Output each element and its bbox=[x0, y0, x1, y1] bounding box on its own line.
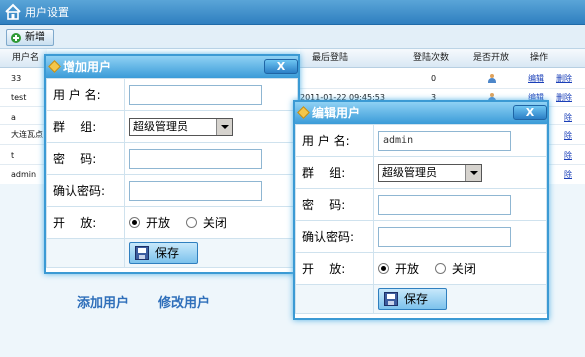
username-field[interactable] bbox=[378, 130, 511, 151]
save-button-label: 保存 bbox=[404, 292, 429, 306]
floppy-disk-icon bbox=[135, 246, 149, 260]
dialog-header: 增加用户 X bbox=[46, 56, 298, 78]
save-button[interactable]: 保存 bbox=[378, 288, 447, 310]
save-button-label: 保存 bbox=[155, 246, 180, 260]
group-select[interactable]: 超级管理员 bbox=[129, 117, 233, 136]
table-cell-user: test bbox=[11, 93, 27, 102]
dialog-title: 增加用户 bbox=[63, 60, 112, 74]
add-icon bbox=[11, 33, 21, 43]
add-button[interactable]: 新增 bbox=[6, 29, 54, 46]
chevron-down-icon[interactable] bbox=[465, 164, 481, 181]
edit-link[interactable]: 编辑 bbox=[528, 73, 544, 84]
add-user-form: 用 户 名: 群 组: 超级管理员 密 码: 确认密码: 开 放: 开放 关闭 … bbox=[46, 78, 298, 268]
floppy-disk-icon bbox=[384, 292, 398, 306]
group-label: 群 组: bbox=[295, 156, 374, 189]
delete-link[interactable]: 除 bbox=[564, 150, 572, 161]
save-button[interactable]: 保存 bbox=[129, 242, 198, 264]
username-label: 用 户 名: bbox=[46, 78, 125, 111]
chevron-down-icon[interactable] bbox=[216, 118, 232, 135]
radio-open-label: 开放 bbox=[395, 262, 420, 276]
radio-closed[interactable] bbox=[434, 263, 446, 274]
col-header-login-count: 登陆次数 bbox=[405, 49, 465, 68]
password-field[interactable] bbox=[129, 148, 262, 169]
password-label: 密 码: bbox=[46, 142, 125, 175]
group-label: 群 组: bbox=[46, 110, 125, 143]
table-cell-user: a bbox=[11, 113, 16, 122]
radio-closed-label: 关闭 bbox=[202, 216, 227, 230]
col-header-actions: 操作 bbox=[525, 49, 585, 68]
title-bar: 用户设置 bbox=[0, 0, 585, 25]
dialog-header: 编辑用户 X bbox=[295, 102, 547, 124]
confirm-password-field[interactable] bbox=[378, 226, 511, 247]
add-user-dialog: 增加用户 X 用 户 名: 群 组: 超级管理员 密 码: 确认密码: 开 放:… bbox=[44, 54, 300, 274]
close-button[interactable]: X bbox=[513, 105, 547, 120]
col-header-open: 是否开放 bbox=[465, 49, 525, 68]
user-icon bbox=[488, 74, 496, 83]
radio-open[interactable] bbox=[129, 217, 140, 228]
open-label: 开 放: bbox=[295, 252, 374, 285]
table-cell-user: t bbox=[11, 151, 15, 160]
confirm-password-field[interactable] bbox=[129, 180, 262, 201]
delete-link[interactable]: 除 bbox=[564, 169, 572, 180]
username-label: 用 户 名: bbox=[295, 124, 374, 157]
password-label: 密 码: bbox=[295, 188, 374, 221]
password-field[interactable] bbox=[378, 194, 511, 215]
group-select[interactable]: 超级管理员 bbox=[378, 163, 482, 182]
diamond-icon bbox=[48, 60, 61, 73]
page-title: 用户设置 bbox=[25, 6, 69, 19]
col-header-last-login: 最后登陆 bbox=[300, 49, 405, 68]
table-cell-user: 大连瓦点 bbox=[11, 130, 43, 139]
edit-user-dialog: 编辑用户 X 用 户 名: 群 组: 超级管理员 密 码: 确认密码: bbox=[293, 100, 549, 320]
group-select-value: 超级管理员 bbox=[133, 119, 188, 133]
edit-user-caption: 修改用户 bbox=[158, 296, 211, 311]
table-cell-user: admin bbox=[11, 170, 37, 179]
edit-user-form: 用 户 名: 群 组: 超级管理员 密 码: 确认密码: 开 放: 开放 bbox=[295, 124, 547, 314]
toolbar: 新增 bbox=[0, 25, 585, 49]
delete-link[interactable]: 删除 bbox=[556, 73, 572, 84]
diamond-icon bbox=[297, 106, 310, 119]
open-label: 开 放: bbox=[46, 206, 125, 239]
radio-open[interactable] bbox=[378, 263, 389, 274]
delete-link[interactable]: 删除 bbox=[556, 92, 572, 103]
add-user-caption: 添加用户 bbox=[77, 296, 130, 311]
table-cell-count: 0 bbox=[431, 74, 437, 83]
close-button[interactable]: X bbox=[264, 59, 298, 74]
home-icon bbox=[5, 3, 21, 20]
confirm-password-label: 确认密码: bbox=[46, 174, 125, 207]
group-select-value: 超级管理员 bbox=[382, 165, 437, 179]
add-button-label: 新增 bbox=[25, 32, 45, 43]
radio-closed[interactable] bbox=[185, 217, 197, 228]
col-header-user: 用户名 bbox=[0, 49, 47, 68]
delete-link[interactable]: 除 bbox=[564, 130, 572, 141]
dialog-title: 编辑用户 bbox=[312, 106, 361, 120]
radio-closed-label: 关闭 bbox=[451, 262, 476, 276]
radio-open-label: 开放 bbox=[146, 216, 171, 230]
username-field[interactable] bbox=[129, 84, 262, 105]
confirm-password-label: 确认密码: bbox=[295, 220, 374, 253]
delete-link[interactable]: 除 bbox=[564, 112, 572, 123]
table-cell-user: 33 bbox=[11, 74, 22, 83]
